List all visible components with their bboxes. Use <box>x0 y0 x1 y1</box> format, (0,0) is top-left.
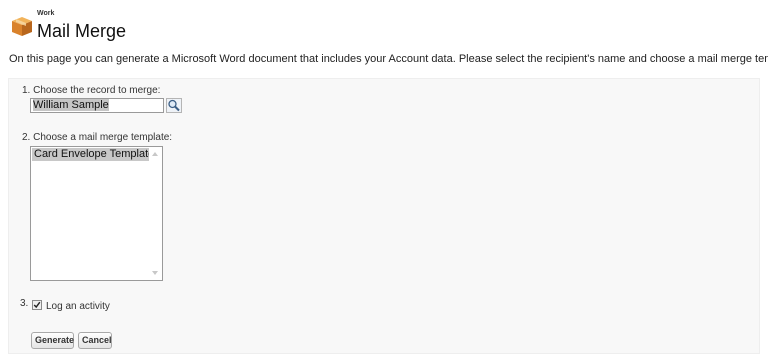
template-label: 2. Choose a mail merge template: <box>22 132 173 143</box>
box-icon <box>12 17 32 36</box>
record-label: 1. Choose the record to merge: <box>22 85 161 96</box>
page-title: Mail Merge <box>37 21 127 41</box>
record-value: William Sample <box>33 99 109 111</box>
generate-button[interactable]: Generate <box>31 332 74 349</box>
page-description: On this page you can generate a Microsof… <box>9 53 768 65</box>
scroll-down-arrow-icon[interactable] <box>152 271 158 275</box>
listbox-scrollbar[interactable] <box>149 147 162 280</box>
scroll-up-arrow-icon[interactable] <box>152 152 158 156</box>
breadcrumb: Work <box>37 10 55 17</box>
record-input[interactable]: William Sample <box>30 98 164 113</box>
step3-number: 3. <box>20 298 29 309</box>
log-activity-checkbox[interactable] <box>32 300 42 310</box>
log-activity-label: Log an activity <box>46 301 110 312</box>
template-option[interactable]: Card Envelope Template <box>32 148 152 161</box>
cancel-button[interactable]: Cancel <box>78 332 112 349</box>
magnifier-lookup-icon[interactable] <box>166 98 182 113</box>
template-listbox[interactable]: Card Envelope Template <box>30 146 163 281</box>
checkmark-icon <box>33 301 41 309</box>
